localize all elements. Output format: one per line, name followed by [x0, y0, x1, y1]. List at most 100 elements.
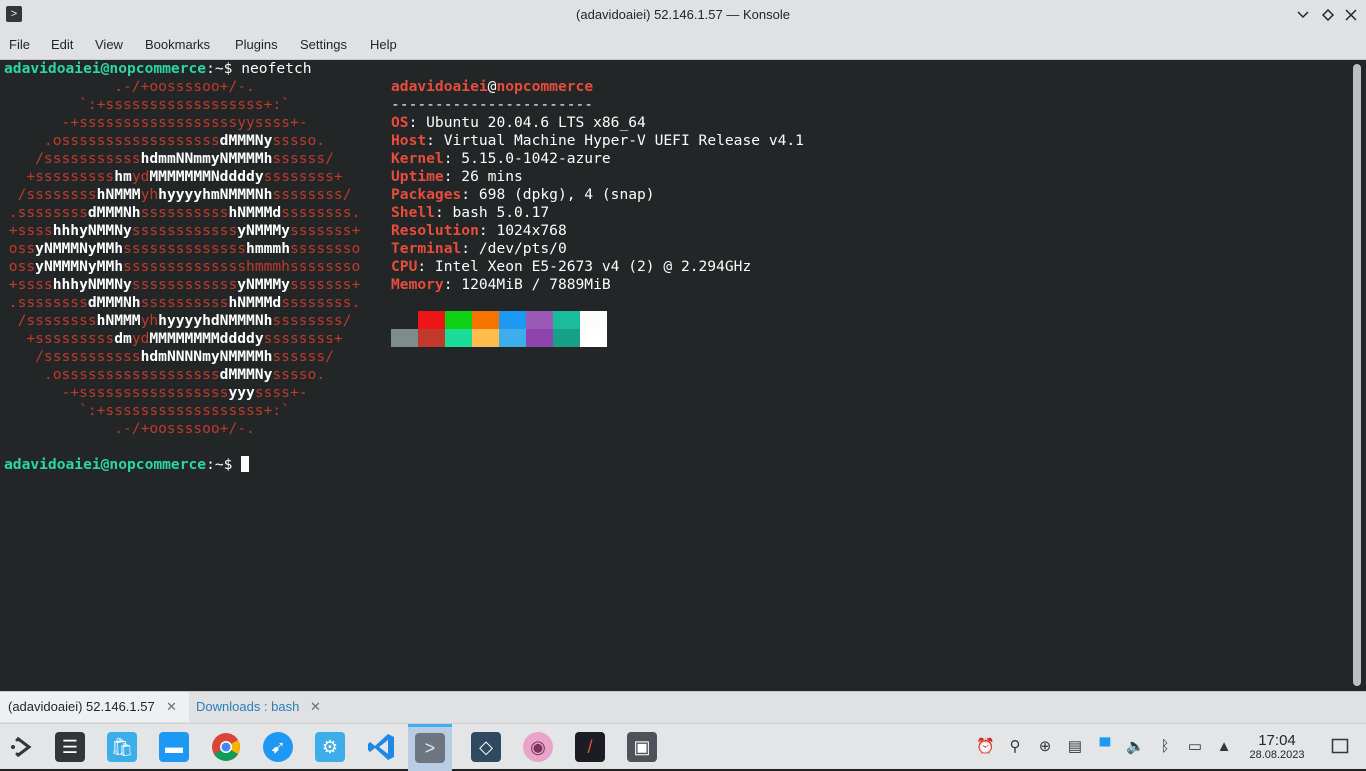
logo-segment: dMMMNy — [219, 132, 273, 149]
taskbar-mysql-workbench[interactable]: ◇ — [464, 726, 508, 768]
taskbar-krita[interactable]: / — [568, 726, 612, 768]
taskbar-vscode[interactable] — [360, 726, 404, 768]
settings-icon: ☰ — [55, 732, 85, 762]
logo-line: .-/+oossssoo+/-. — [0, 78, 255, 96]
minimize-button[interactable] — [1293, 5, 1313, 25]
taskbar-kdeconnect[interactable]: ➹ — [256, 726, 300, 768]
logo-segment: /ssssssss — [0, 312, 97, 329]
logo-segment: /sssssssssss — [0, 150, 141, 167]
scrollbar-thumb[interactable] — [1353, 64, 1361, 686]
tab-session-ssh[interactable]: (adavidoaiei) 52.146.1.57 ✕ — [0, 692, 189, 722]
info-row-os: OS: Ubuntu 20.04.6 LTS x86_64 — [391, 114, 646, 132]
logo-segment: .ssssssss — [0, 294, 88, 311]
logo-segment: /sssssssssss — [0, 348, 141, 365]
chevron-up-icon[interactable]: ▲ — [1215, 738, 1233, 756]
taskbar-dolphin[interactable]: ▬ — [152, 726, 196, 768]
taskbar-vm-manager[interactable]: ⚙ — [308, 726, 352, 768]
tab-label: Downloads : bash — [196, 699, 300, 714]
taskbar-system-settings[interactable]: ☰ — [48, 726, 92, 768]
window-title: (adavidoaiei) 52.146.1.57 — Konsole — [576, 7, 790, 22]
tab-bar: (adavidoaiei) 52.146.1.57 ✕ Downloads : … — [0, 691, 1366, 723]
info-value: : 5.15.0-1042-azure — [443, 150, 611, 167]
logo-segment: hNMMMd — [228, 294, 282, 311]
logo-segment: ssssssss/ — [272, 312, 352, 329]
color-swatch — [445, 329, 472, 347]
taskbar-konsole[interactable]: > — [408, 724, 452, 771]
taskbar-spectacle[interactable]: ▣ — [620, 726, 664, 768]
info-user: adavidoaiei — [391, 78, 488, 95]
color-swatch — [472, 311, 499, 329]
kdeconnect-tray-icon[interactable]: ⚲ — [1006, 738, 1024, 756]
vscode-icon — [368, 734, 394, 760]
prompt-user: adavidoaiei@nopcommerce — [4, 456, 207, 473]
menu-file[interactable]: File — [9, 37, 30, 52]
logo-segment: ssssss/ — [272, 150, 334, 167]
logo-segment: +ssss — [0, 276, 53, 293]
menu-view[interactable]: View — [95, 37, 123, 52]
menu-bookmarks[interactable]: Bookmarks — [145, 37, 210, 52]
tab-downloads-bash[interactable]: Downloads : bash ✕ — [188, 692, 336, 722]
eye-icon: ◉ — [523, 732, 553, 762]
info-row-uptime: Uptime: 26 mins — [391, 168, 523, 186]
menu-help[interactable]: Help — [370, 37, 397, 52]
tab-close-icon[interactable]: ✕ — [310, 692, 321, 722]
color-swatch — [499, 311, 526, 329]
menu-plugins[interactable]: Plugins — [235, 37, 278, 52]
menu-settings[interactable]: Settings — [300, 37, 347, 52]
info-value: : 698 (dpkg), 4 (snap) — [461, 186, 655, 203]
menu-bar: File Edit View Bookmarks Plugins Setting… — [0, 30, 1366, 60]
title-bar: > (adavidoaiei) 52.146.1.57 — Konsole — [0, 0, 1366, 30]
clock[interactable]: 17:04 28.08.2023 — [1244, 732, 1310, 762]
taskbar-chrome[interactable] — [204, 726, 248, 768]
command-text: neofetch — [232, 60, 312, 77]
logo-segment: yd — [131, 330, 150, 347]
color-swatch — [553, 311, 580, 329]
tab-close-icon[interactable]: ✕ — [166, 692, 177, 722]
clipboard-icon[interactable]: ▤ — [1066, 738, 1084, 756]
logo-segment: -+sssssssssssssssss — [0, 384, 229, 401]
logo-line: .ossssssssssssssssssdMMMNysssso. — [0, 366, 325, 384]
logo-segment: hhhyNMMNy — [52, 222, 132, 239]
menu-edit[interactable]: Edit — [51, 37, 73, 52]
show-desktop-icon[interactable] — [1331, 737, 1349, 755]
info-value: : /dev/pts/0 — [461, 240, 567, 257]
network-icon[interactable]: ▭ — [1186, 738, 1204, 756]
maximize-button[interactable] — [1318, 5, 1338, 25]
app-launcher-button[interactable] — [0, 726, 44, 768]
taskbar-discover[interactable]: 🛍 — [100, 726, 144, 768]
volume-icon[interactable]: 🔈 — [1126, 738, 1145, 756]
logo-segment: +sssssssss — [0, 168, 115, 185]
logo-segment: `:+ssssssssssssssssss+:` — [0, 96, 290, 113]
color-swatch — [553, 329, 580, 347]
brush-icon: / — [575, 732, 605, 762]
logo-segment: +ssss — [0, 222, 53, 239]
terminal-view[interactable]: adavidoaiei@nopcommerce:~$ neofetch .-/+… — [0, 60, 1350, 691]
logo-segment: oss — [0, 240, 36, 257]
logo-segment: oss — [0, 258, 36, 275]
store-icon: 🛍 — [107, 732, 137, 762]
logo-segment: sssso. — [272, 132, 326, 149]
prompt-user: adavidoaiei@nopcommerce — [4, 60, 207, 77]
notification-bell-icon[interactable]: ⏰ — [976, 738, 995, 756]
logo-segment: yyy — [228, 384, 255, 401]
bluetooth-icon[interactable]: ᛒ — [1156, 738, 1174, 756]
logo-line: /sssssssshNMMMyhhyyyyhmNMMMNhssssssss/ — [0, 186, 352, 204]
logo-line: `:+ssssssssssssssssss+:` — [0, 96, 290, 114]
terminal-scrollbar[interactable] — [1350, 60, 1366, 691]
chat-icon[interactable]: ▀ — [1096, 738, 1114, 756]
logo-segment: ssssssss/ — [272, 186, 352, 203]
update-icon[interactable]: ⊕ — [1036, 738, 1054, 756]
camera-icon: ▣ — [627, 732, 657, 762]
kde-launcher-icon — [11, 736, 32, 758]
taskbar-ksnip[interactable]: ◉ — [516, 726, 560, 768]
info-key: Shell — [391, 204, 435, 221]
logo-segment: ssssssssssss — [131, 276, 238, 293]
logo-line: ossyNMMMNyMMhsssssssssssssshmmmhssssssso — [0, 240, 361, 258]
close-button[interactable] — [1341, 5, 1361, 25]
logo-segment: .-/+oossssoo+/-. — [0, 420, 255, 437]
logo-line: -+ssssssssssssssssssyyssss+- — [0, 114, 308, 132]
info-value: : bash 5.0.17 — [434, 204, 550, 221]
logo-segment: yNMMMy — [237, 222, 290, 239]
clock-time: 17:04 — [1258, 732, 1296, 749]
logo-segment: sssssss+ — [289, 276, 361, 293]
